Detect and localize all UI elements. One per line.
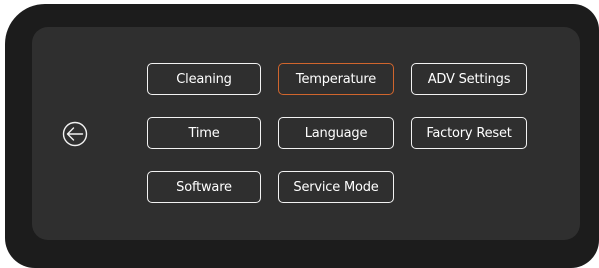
back-button[interactable] <box>61 120 89 148</box>
adv-settings-button[interactable]: ADV Settings <box>411 63 527 95</box>
temperature-button[interactable]: Temperature <box>278 63 394 95</box>
software-button[interactable]: Software <box>147 171 261 203</box>
factory-reset-button[interactable]: Factory Reset <box>411 117 527 149</box>
arrow-left-circle-icon <box>62 121 88 147</box>
cleaning-button[interactable]: Cleaning <box>147 63 261 95</box>
language-button[interactable]: Language <box>278 117 394 149</box>
service-mode-button[interactable]: Service Mode <box>278 171 394 203</box>
time-button[interactable]: Time <box>147 117 261 149</box>
